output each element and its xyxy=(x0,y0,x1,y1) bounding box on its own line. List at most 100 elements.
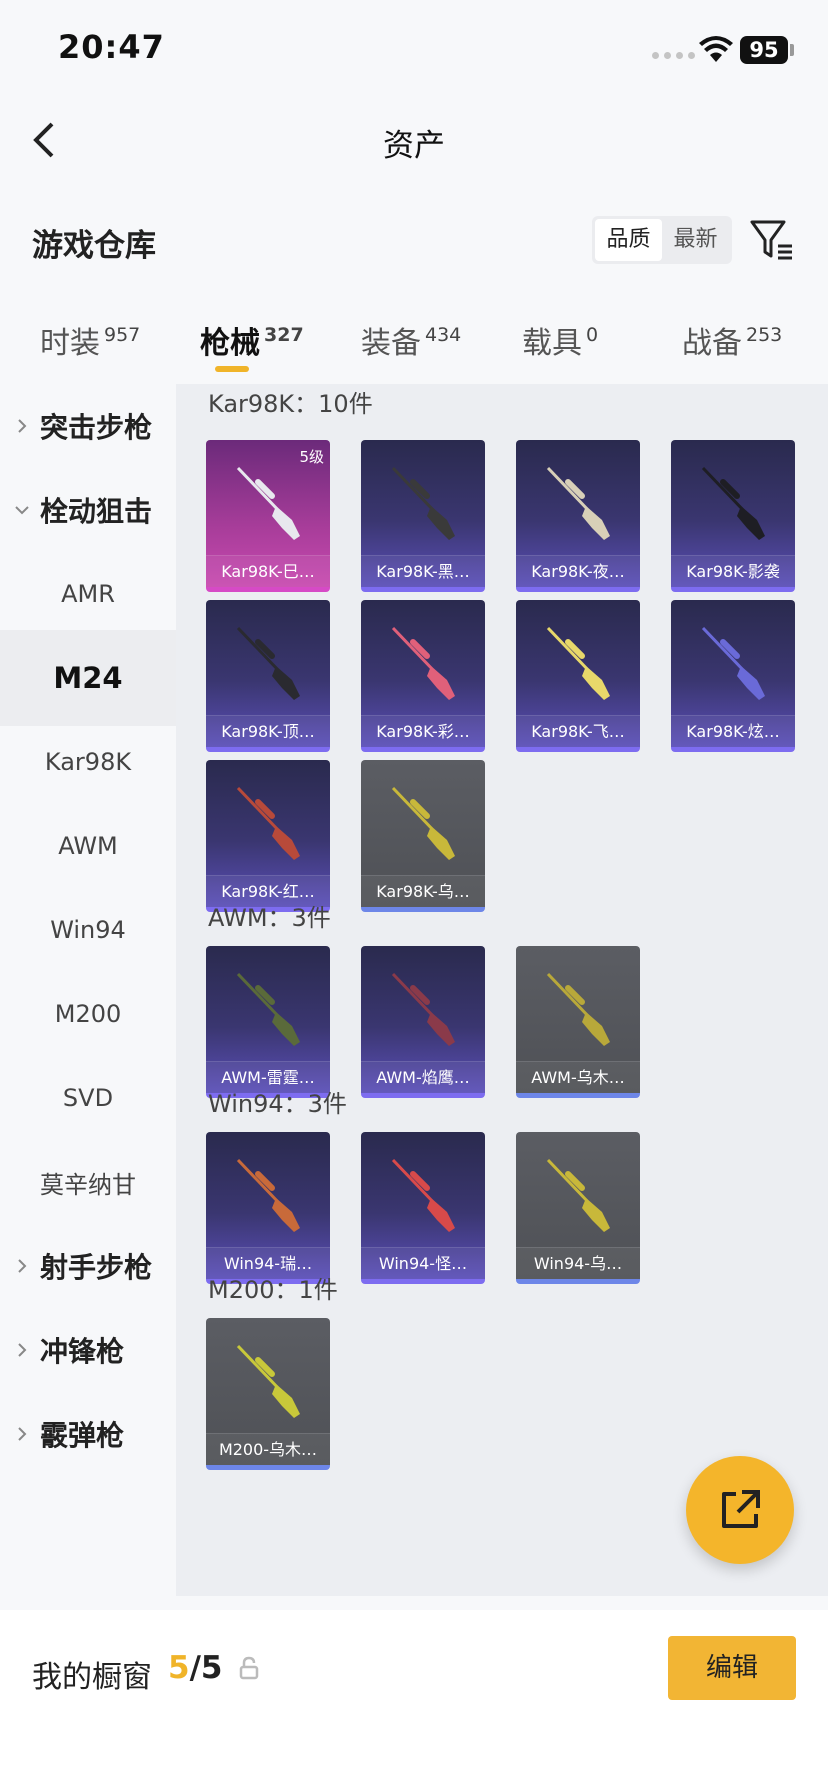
tab-firearms[interactable]: 枪械 327 xyxy=(200,318,304,362)
sidebar-item-label: AWM xyxy=(58,832,118,860)
showcase-count: 5/5 xyxy=(168,1650,223,1686)
weapon-card[interactable]: Kar98K-黑… xyxy=(361,440,485,592)
section-title: M200：1件 xyxy=(208,1276,338,1304)
chevron-down-icon xyxy=(15,506,29,515)
rifle-icon xyxy=(546,972,610,1046)
rifle-icon xyxy=(236,1158,300,1232)
weapon-card[interactable]: M200-乌木… xyxy=(206,1318,330,1470)
weapon-name: Kar98K-飞… xyxy=(516,715,640,747)
wifi-icon xyxy=(699,36,733,62)
rifle-icon xyxy=(546,626,610,700)
weapon-card[interactable]: Kar98K-顶… xyxy=(206,600,330,752)
weapon-card[interactable]: Win94-乌… xyxy=(516,1132,640,1284)
sidebar-item-label: 突击步枪 xyxy=(40,411,153,444)
weapon-card[interactable]: Win94-瑞… xyxy=(206,1132,330,1284)
tab-fashion[interactable]: 时装 957 xyxy=(40,318,140,362)
battery-tip xyxy=(790,44,794,56)
sidebar-item[interactable]: 冲锋枪 xyxy=(0,1302,176,1398)
status-time: 20:47 xyxy=(58,28,165,66)
sidebar-item-label: Kar98K xyxy=(44,748,132,776)
weapon-name: Kar98K-影袭 xyxy=(671,555,795,587)
sidebar-item-label: Win94 xyxy=(50,916,126,944)
rifle-icon xyxy=(391,786,455,860)
tab-vehicles[interactable]: 载具 0 xyxy=(522,318,598,362)
weapon-name: Kar98K-黑… xyxy=(361,555,485,587)
rifle-icon xyxy=(546,1158,610,1232)
category-tabs: 时装 957 枪械 327 装备 434 载具 0 战备 253 xyxy=(0,318,828,378)
filter-icon[interactable] xyxy=(748,216,794,262)
sidebar-item[interactable]: AMR xyxy=(0,546,176,642)
rifle-icon xyxy=(391,972,455,1046)
weapon-card[interactable]: AWM-乌木… xyxy=(516,946,640,1098)
weapon-name: M200-乌木… xyxy=(206,1433,330,1465)
rifle-icon xyxy=(546,466,610,540)
sidebar-item[interactable]: 射手步枪 xyxy=(0,1218,176,1314)
weapon-card[interactable]: Kar98K-乌… xyxy=(361,760,485,912)
sidebar-item-label: 霰弹枪 xyxy=(40,1419,125,1452)
tab-equipment[interactable]: 装备 434 xyxy=(361,318,461,362)
weapon-card[interactable]: Kar98K-红… xyxy=(206,760,330,912)
weapon-card[interactable]: Kar98K-炫… xyxy=(671,600,795,752)
sidebar-item[interactable]: Kar98K xyxy=(0,714,176,810)
showcase-label: 我的橱窗 xyxy=(32,1660,152,1695)
weapon-name: Win94-怪… xyxy=(361,1247,485,1279)
sidebar-item-label: M24 xyxy=(53,661,123,695)
sidebar-item[interactable]: 霰弹枪 xyxy=(0,1386,176,1482)
rifle-icon xyxy=(236,972,300,1046)
weapon-card[interactable]: 5级 Kar98K-巳… xyxy=(206,440,330,592)
sidebar-item-label: 莫辛纳甘 xyxy=(40,1170,136,1199)
rifle-icon xyxy=(391,1158,455,1232)
weapon-card[interactable]: Kar98K-影袭 xyxy=(671,440,795,592)
level-badge: 5级 xyxy=(299,448,324,466)
weapon-name: AWM-乌木… xyxy=(516,1061,640,1093)
rifle-icon xyxy=(236,786,300,860)
warehouse-title: 游戏仓库 xyxy=(32,228,156,264)
cellular-signal-icon xyxy=(652,52,695,59)
sidebar-item-label: 栓动狙击 xyxy=(40,495,153,528)
showcase-bar: 我的橱窗 5/5 编辑 xyxy=(0,1610,828,1792)
weapon-card[interactable]: Win94-怪… xyxy=(361,1132,485,1284)
rifle-icon xyxy=(701,626,765,700)
weapon-name: Kar98K-乌… xyxy=(361,875,485,907)
sidebar: 突击步枪栓动狙击 AMR M24 Kar98K AWM Win94 M200 SVD 莫辛纳甘射… xyxy=(0,384,176,1596)
rifle-icon xyxy=(236,466,300,540)
sort-toggle: 品质 最新 xyxy=(592,216,732,264)
weapon-name: Kar98K-夜… xyxy=(516,555,640,587)
edit-button[interactable]: 编辑 xyxy=(668,1636,796,1700)
active-tab-indicator xyxy=(215,366,249,372)
sidebar-item[interactable]: M24 xyxy=(0,630,176,726)
weapon-card[interactable]: AWM-焰鹰… xyxy=(361,946,485,1098)
weapon-grid: Kar98K：10件 5级 Kar98K-巳… Kar98K-黑… Kar98K-夜… K… xyxy=(176,384,828,1596)
sidebar-item[interactable]: 突击步枪 xyxy=(0,384,176,474)
weapon-name: Kar98K-彩… xyxy=(361,715,485,747)
chevron-right-icon xyxy=(18,1343,27,1357)
section-title: Kar98K：10件 xyxy=(208,390,373,418)
weapon-card[interactable]: Kar98K-夜… xyxy=(516,440,640,592)
share-button[interactable] xyxy=(686,1456,794,1564)
sort-quality-button[interactable]: 品质 xyxy=(595,219,662,261)
sidebar-item-label: M200 xyxy=(54,1000,122,1028)
weapon-name: Kar98K-顶… xyxy=(206,715,330,747)
tab-supplies[interactable]: 战备 253 xyxy=(682,318,782,362)
share-icon xyxy=(722,1490,760,1528)
sort-newest-button[interactable]: 最新 xyxy=(662,219,729,261)
weapon-card[interactable]: Kar98K-飞… xyxy=(516,600,640,752)
sidebar-item[interactable]: AWM xyxy=(0,798,176,894)
nav-bar: 资产 xyxy=(0,100,828,180)
weapon-name: AWM-焰鹰… xyxy=(361,1061,485,1093)
sidebar-item[interactable]: SVD xyxy=(0,1050,176,1146)
weapon-name: Win94-乌… xyxy=(516,1247,640,1279)
section-title: AWM：3件 xyxy=(208,904,331,932)
sidebar-item-label: AMR xyxy=(61,580,115,608)
sidebar-item[interactable]: 栓动狙击 xyxy=(0,462,176,558)
sidebar-item[interactable]: M200 xyxy=(0,966,176,1062)
sidebar-item[interactable]: 莫辛纳甘 xyxy=(0,1134,176,1230)
rifle-icon xyxy=(236,1344,300,1418)
sidebar-item[interactable]: Win94 xyxy=(0,882,176,978)
status-bar: 20:47 95 xyxy=(0,0,828,100)
weapon-card[interactable]: AWM-雷霆… xyxy=(206,946,330,1098)
sidebar-item-label: SVD xyxy=(62,1084,114,1112)
lock-icon xyxy=(239,1656,259,1680)
weapon-card[interactable]: Kar98K-彩… xyxy=(361,600,485,752)
weapon-name: Kar98K-巳… xyxy=(206,555,330,587)
